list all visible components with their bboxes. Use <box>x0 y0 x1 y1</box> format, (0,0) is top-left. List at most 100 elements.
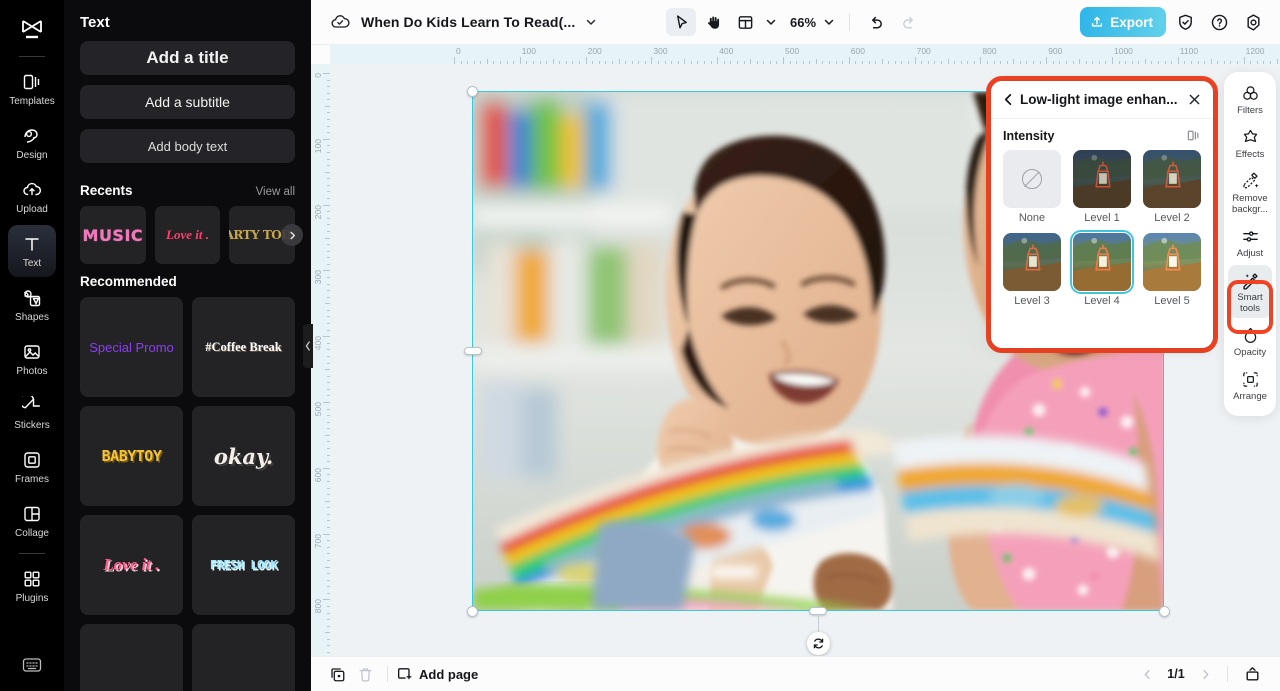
ruler-tick <box>697 61 699 64</box>
intensity-thumb[interactable] <box>1143 233 1201 291</box>
text-style-card[interactable]: Special Promo <box>80 297 183 397</box>
tool-filters[interactable]: Filters <box>1228 78 1272 120</box>
text-style-card[interactable] <box>192 624 295 691</box>
ruler-tick <box>829 61 831 64</box>
sidebar-item-shapes[interactable]: Shapes <box>8 279 56 331</box>
intensity-option-level-4[interactable]: Level 4 <box>1069 229 1135 307</box>
ruler-tick <box>769 61 771 64</box>
ruler-tick-label: 200 <box>313 204 323 219</box>
horizontal-ruler[interactable]: 0 100 200 300 400 500 600 700 800 900 1000 1100 1200 <box>330 45 1280 64</box>
chevron-right-icon[interactable] <box>281 224 303 246</box>
ruler-tick <box>684 59 686 64</box>
hand-pan-icon[interactable] <box>698 8 728 36</box>
chevron-left-icon[interactable] <box>999 93 1017 106</box>
add-subtitle-button[interactable]: Add a subtitle <box>80 85 295 119</box>
recents-view-all-link[interactable]: View all <box>256 186 295 198</box>
tool-opacity[interactable]: Opacity <box>1228 320 1272 362</box>
compare-split-icon[interactable] <box>1186 128 1201 143</box>
undo-arrow-icon[interactable] <box>861 8 891 36</box>
text-style-card[interactable]: FRESH LOOK <box>192 515 295 615</box>
intensity-thumb[interactable] <box>1073 150 1131 208</box>
intensity-option-level-3[interactable]: Level 3 <box>1003 233 1061 307</box>
chevron-down-icon[interactable] <box>585 16 597 28</box>
ruler-tick <box>327 309 330 311</box>
duplicate-page-icon[interactable] <box>323 661 351 687</box>
resize-handle-bottom-right[interactable] <box>1159 606 1170 617</box>
sidebar-item-plugins[interactable]: Plugins <box>8 560 56 612</box>
sidebar-item-stickers[interactable]: Stickers <box>8 387 56 439</box>
chevron-right-icon[interactable] <box>1193 662 1217 686</box>
toolbar-divider <box>849 13 851 31</box>
intensity-option-level-5[interactable]: Level 5 <box>1143 233 1201 307</box>
intensity-row: Intensity <box>1003 128 1201 143</box>
right-tool-rail: Filters Effects Remove backgr... Adjust <box>1224 72 1276 416</box>
ruler-tick <box>1026 61 1028 64</box>
add-body-text-button[interactable]: Add body text <box>80 129 295 163</box>
resize-handle-top-left[interactable] <box>467 86 478 97</box>
intensity-thumb-selected[interactable] <box>1069 229 1135 295</box>
text-style-card[interactable] <box>80 624 183 691</box>
intensity-option-none[interactable]: None <box>1003 150 1061 224</box>
cursor-arrow-icon[interactable] <box>666 8 696 36</box>
tool-adjust[interactable]: Adjust <box>1228 221 1272 263</box>
intensity-thumb[interactable] <box>1003 233 1061 291</box>
text-style-card[interactable]: #Coffee Break <box>192 297 295 397</box>
resize-handle-left[interactable] <box>464 347 482 355</box>
sidebar-item-frames[interactable]: Frames <box>8 441 56 493</box>
trash-icon[interactable] <box>351 661 379 687</box>
redo-arrow-icon[interactable] <box>893 8 923 36</box>
sidebar-item-design[interactable]: Design <box>8 117 56 169</box>
ruler-tick <box>888 61 890 64</box>
ruler-tick <box>506 61 508 64</box>
rotate-handle-icon[interactable] <box>807 632 830 655</box>
ruler-tick <box>1046 57 1048 64</box>
text-style-card[interactable]: Love it . <box>80 515 183 615</box>
tool-effects[interactable]: Effects <box>1228 122 1272 164</box>
export-button[interactable]: Export <box>1080 7 1166 37</box>
add-page-button[interactable]: Add page <box>396 666 478 682</box>
ruler-tick <box>1263 61 1265 64</box>
popover-title: Low-light image enhan... <box>1020 92 1178 107</box>
ruler-tick <box>327 395 330 397</box>
sidebar-item-templates[interactable]: Templates <box>8 63 56 115</box>
question-circle-icon[interactable] <box>1204 7 1234 37</box>
intensity-option-level-1[interactable]: Level 1 <box>1073 150 1131 224</box>
keyboard-shortcuts-icon[interactable] <box>21 654 43 681</box>
intensity-thumb[interactable] <box>1143 150 1201 208</box>
ruler-tick <box>323 204 330 206</box>
chevron-left-icon[interactable] <box>1135 662 1159 686</box>
recent-text-style[interactable]: Love it . <box>154 206 221 264</box>
zoom-level[interactable]: 66% <box>790 15 816 30</box>
sidebar-item-collage[interactable]: Collage <box>8 495 56 547</box>
ruler-tick <box>1177 57 1179 64</box>
vertical-ruler[interactable]: 0100200300400500600700800900 <box>311 64 330 656</box>
ruler-tick <box>327 513 330 515</box>
recent-text-style[interactable]: MUSIC <box>80 206 146 264</box>
tool-arrange[interactable]: Arrange <box>1228 364 1272 406</box>
shield-check-icon[interactable] <box>1170 7 1200 37</box>
intensity-thumb[interactable] <box>1003 150 1061 208</box>
ruler-tick <box>704 61 706 64</box>
resize-handle-bottom-left[interactable] <box>467 606 478 617</box>
sidebar-item-upload[interactable]: Upload <box>8 171 56 223</box>
ruler-tick <box>327 592 330 594</box>
tool-smart-tools[interactable]: Smart tools <box>1228 265 1272 318</box>
sidebar-item-photos[interactable]: Photos <box>8 333 56 385</box>
tool-remove-background[interactable]: Remove backgr... <box>1228 166 1272 219</box>
capcut-logo-icon[interactable] <box>0 8 64 52</box>
add-title-button[interactable]: Add a title <box>80 41 295 75</box>
layout-panels-icon[interactable] <box>730 8 760 36</box>
text-style-card[interactable]: BABYTOY <box>80 406 183 506</box>
resize-handle-bottom[interactable] <box>809 607 827 615</box>
text-style-card[interactable]: okay. <box>192 406 295 506</box>
layout-caret-icon[interactable] <box>762 8 780 36</box>
sidebar-item-text[interactable]: Text <box>8 225 56 277</box>
zoom-caret-icon[interactable] <box>820 8 838 36</box>
intensity-option-level-2[interactable]: Level 2 <box>1143 150 1201 224</box>
panel-collapse-handle[interactable] <box>303 324 313 368</box>
gear-icon[interactable] <box>1238 7 1268 37</box>
ruler-tick <box>723 61 725 64</box>
present-icon[interactable] <box>1238 661 1266 687</box>
close-x-icon[interactable] <box>1185 93 1203 106</box>
cloud-saved-icon[interactable] <box>327 9 353 35</box>
